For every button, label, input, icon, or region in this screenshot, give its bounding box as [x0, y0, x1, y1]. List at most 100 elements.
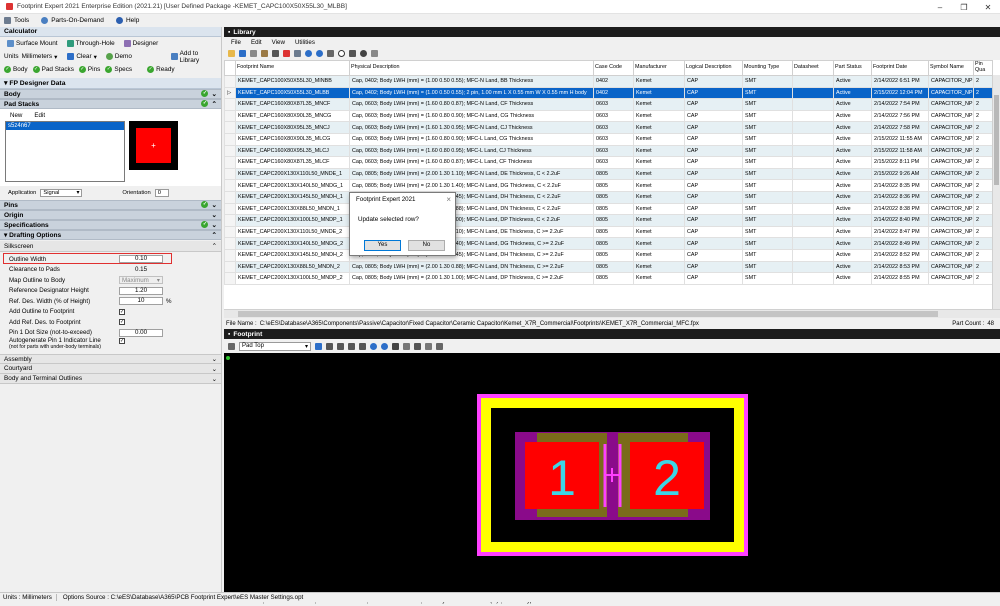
row-selector[interactable] [224, 132, 236, 146]
filter-icon[interactable] [294, 50, 301, 57]
table-cell[interactable]: KEMET_CAPC200X130X110L50_MNDE_1 [235, 167, 350, 181]
table-cell[interactable]: SMT [742, 225, 793, 239]
redo-icon[interactable] [316, 50, 323, 57]
table-cell[interactable]: KEMET_CAPC200X130X145L50_MNDH_2 [235, 248, 350, 262]
column-header[interactable]: Manufacturer [633, 60, 685, 76]
table-cell[interactable]: Cap, 0805; Body LWH (mm) = (2.00 1.30 0.… [349, 260, 594, 274]
body-terminal-subsection[interactable]: Body and Terminal Outlines ⌄ [0, 374, 221, 384]
menu-tools[interactable]: Tools [4, 17, 29, 24]
table-cell[interactable]: Kemet [633, 202, 685, 216]
eye-icon[interactable] [360, 50, 367, 57]
table-cell[interactable]: Kemet [633, 179, 685, 192]
table-cell[interactable]: 0805 [593, 248, 634, 262]
minimize-button[interactable]: – [928, 0, 952, 14]
table-cell[interactable]: SMT [742, 260, 793, 274]
table-row[interactable]: KEMET_CAPC200X130X88L50_MNDN_1 Cap, 0805;… [224, 202, 993, 216]
table-cell[interactable]: Active [833, 167, 872, 181]
table-cell[interactable]: Active [833, 202, 872, 216]
row-selector[interactable] [224, 202, 236, 216]
table-cell[interactable]: CAP [684, 98, 743, 111]
row-selector[interactable] [224, 248, 236, 262]
zoom-area-icon[interactable] [326, 342, 333, 350]
table-cell[interactable] [792, 109, 834, 123]
orientation-input[interactable]: 0 [154, 189, 169, 197]
row-selector[interactable] [224, 75, 236, 88]
layer-select[interactable]: Pad Top ▾ [239, 341, 311, 351]
table-cell[interactable]: 2 [973, 109, 993, 123]
table-cell[interactable]: CAPACITOR_NP [928, 272, 974, 285]
table-row[interactable]: KEMET_CAPC100X50X55L30_MINBB Cap, 0402; B… [224, 75, 993, 88]
table-cell[interactable]: Active [833, 248, 872, 262]
table-cell[interactable]: 2 [973, 144, 993, 158]
padstack-item[interactable]: s5z4n67 [6, 122, 124, 130]
table-cell[interactable]: 0805 [593, 202, 634, 216]
table-cell[interactable]: SMT [742, 109, 793, 123]
table-cell[interactable]: Cap, 0805; Body LWH (mm) = (2.00 1.30 1.… [349, 167, 594, 181]
table-row[interactable]: KEMET_CAPC160X80X95L35_MLCJ Cap, 0603; Bo… [224, 144, 993, 158]
table-cell[interactable]: Active [833, 225, 872, 239]
table-cell[interactable]: CAPACITOR_NP [928, 121, 974, 134]
horizontal-scrollbar[interactable] [224, 309, 1000, 318]
link-icon[interactable] [349, 50, 356, 57]
table-cell[interactable]: Kemet [633, 248, 685, 262]
column-header[interactable]: Footprint Date [871, 60, 929, 76]
pan-icon[interactable] [348, 342, 355, 350]
edit-padstack-button[interactable]: Edit [34, 112, 45, 119]
table-cell[interactable]: Active [833, 190, 872, 204]
table-cell[interactable]: 0603 [593, 98, 634, 111]
add-outline-checkbox[interactable]: ✓ [119, 308, 125, 315]
drafting-options-section[interactable]: ▾ Drafting Options ⌃ [0, 230, 221, 240]
table-cell[interactable]: 2/14/2022 8:35 PM [871, 179, 929, 192]
table-cell[interactable] [792, 167, 834, 181]
fp-designer-data-header[interactable]: ▾ FP Designer Data [0, 78, 221, 89]
table-row[interactable]: KEMET_CAPC160X80X87L35_MNCF Cap, 0603; Bo… [224, 98, 993, 111]
copy-icon[interactable] [250, 50, 257, 57]
grid-icon[interactable] [403, 342, 410, 350]
table-cell[interactable]: 2 [973, 132, 993, 146]
table-cell[interactable]: 2 [973, 225, 993, 239]
silkscreen-subsection[interactable]: Silkscreen ⌃ [0, 241, 221, 252]
table-cell[interactable]: Cap, 0402; Body LWH (mm) = (1.00 0.50 0.… [349, 75, 594, 88]
menu-help[interactable]: Help [115, 17, 139, 24]
table-cell[interactable]: 2/14/2022 8:40 PM [871, 214, 929, 227]
dialog-close-button[interactable]: × [446, 195, 455, 204]
table-cell[interactable]: Kemet [633, 144, 685, 158]
table-cell[interactable]: KEMET_CAPC200X130X100L50_MNDP_2 [235, 272, 350, 285]
table-cell[interactable]: 0603 [593, 144, 634, 158]
units-select[interactable]: Millimeters ▾ [22, 53, 58, 61]
table-cell[interactable]: KEMET_CAPC100X50X55L30_MLBB [235, 86, 350, 100]
table-cell[interactable]: 2 [973, 202, 993, 216]
table-cell[interactable]: SMT [742, 144, 793, 158]
table-cell[interactable]: Cap, 0603; Body LWH (mm) = (1.60 0.80 0.… [349, 156, 594, 169]
table-cell[interactable]: 0603 [593, 156, 634, 169]
delete-icon[interactable] [283, 50, 290, 57]
table-cell[interactable]: 2 [973, 237, 993, 250]
table-cell[interactable]: SMT [742, 190, 793, 204]
column-header[interactable]: Mounting Type [742, 60, 793, 76]
table-cell[interactable]: CAPACITOR_NP [928, 98, 974, 111]
designer-button[interactable]: Designer [121, 40, 162, 47]
table-cell[interactable]: 2/15/2022 8:11 PM [871, 156, 929, 169]
table-cell[interactable] [792, 75, 834, 88]
table-cell[interactable]: Active [833, 272, 872, 285]
table-cell[interactable]: 2/15/2022 11:58 AM [871, 144, 929, 158]
table-cell[interactable] [792, 248, 834, 262]
row-selector[interactable] [224, 98, 236, 111]
table-cell[interactable] [792, 260, 834, 274]
export-image-icon[interactable] [425, 342, 432, 350]
autogen-checkbox[interactable]: ✓ [119, 338, 125, 344]
search-icon[interactable] [338, 50, 345, 57]
table-cell[interactable]: 2/14/2022 7:58 PM [871, 121, 929, 134]
table-cell[interactable]: KEMET_CAPC160X80X87L35_MNCF [235, 98, 350, 111]
table-cell[interactable]: CAP [684, 260, 743, 274]
add-refdes-checkbox[interactable]: ✓ [119, 319, 125, 326]
table-row[interactable]: KEMET_CAPC200X130X110L50_MNDE_2 Cap, 0805… [224, 225, 993, 239]
no-button[interactable]: No [408, 240, 445, 251]
table-row[interactable]: KEMET_CAPC200X130X100L50_MNDP_1 Cap, 0805… [224, 214, 993, 227]
table-cell[interactable]: CAP [684, 272, 743, 285]
library-menu-view[interactable]: View [272, 39, 285, 46]
through-hole-button[interactable]: Through-Hole [64, 40, 118, 47]
application-select[interactable]: Signal ▾ [40, 189, 83, 197]
table-cell[interactable]: 0805 [593, 272, 634, 285]
table-cell[interactable]: CAP [684, 121, 743, 134]
